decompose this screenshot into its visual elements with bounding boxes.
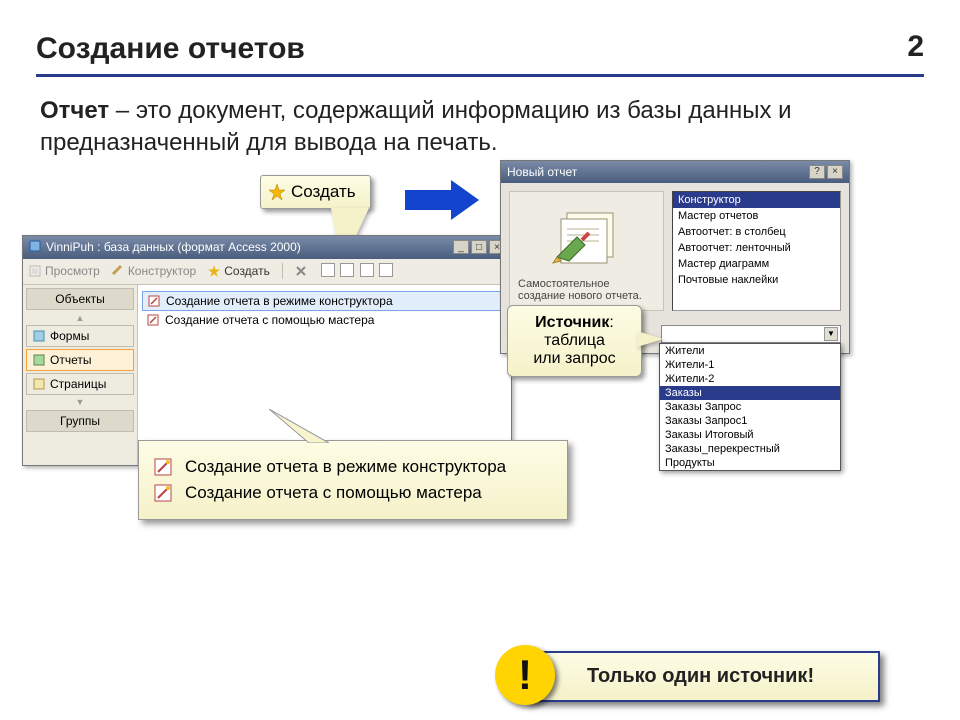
- sidebar-item-reports[interactable]: Отчеты: [26, 349, 134, 371]
- slide-title: Создание отчетов: [0, 0, 960, 74]
- dropdown-option[interactable]: Продукты: [660, 456, 840, 470]
- dropdown-option[interactable]: Заказы Запрос: [660, 400, 840, 414]
- toolbar-sep: [282, 263, 283, 279]
- dialog-titlebar: Новый отчет ? ×: [501, 161, 849, 183]
- list-item[interactable]: Автоотчет: в столбец: [673, 224, 840, 240]
- title-underline: [36, 74, 924, 77]
- arrow-right-icon: [405, 180, 479, 220]
- list-item[interactable]: Автоотчет: ленточный: [673, 240, 840, 256]
- dropdown-option[interactable]: Жители: [660, 344, 840, 358]
- dialog-title: Новый отчет: [507, 165, 577, 179]
- definition-rest: – это документ, содержащий информацию из…: [40, 97, 792, 156]
- pages-icon: [33, 378, 45, 390]
- delete-x-icon: [295, 265, 307, 277]
- toolbar-designer[interactable]: Конструктор: [112, 264, 196, 278]
- list-item[interactable]: Конструктор: [673, 192, 840, 208]
- workspace: Создать VinniPuh : база данных (формат A…: [0, 160, 960, 640]
- preview-icon: [29, 265, 41, 277]
- toolbar-preview[interactable]: Просмотр: [29, 264, 100, 278]
- toolbar-view-icons[interactable]: [319, 263, 393, 280]
- sidebar-item-forms[interactable]: Формы: [26, 325, 134, 347]
- dialog-left-caption: Самостоятельное создание нового отчета.: [518, 278, 655, 302]
- forms-icon: [33, 330, 45, 342]
- dialog-type-list[interactable]: КонструкторМастер отчетовАвтоотчет: в ст…: [672, 191, 841, 311]
- dropdown-option[interactable]: Жители-2: [660, 372, 840, 386]
- db-sidebar: Объекты ▲ Формы Отчеты Страницы ▼ Группы: [23, 285, 138, 465]
- window-app-icon: [29, 240, 41, 255]
- magic-wand-icon: [153, 457, 173, 477]
- list-item-designer[interactable]: Создание отчета в режиме конструктора: [142, 291, 507, 311]
- list-item[interactable]: Почтовые наклейки: [673, 272, 840, 288]
- options-callout: Создание отчета в режиме конструктора Со…: [138, 440, 568, 520]
- view-small-icon[interactable]: [340, 263, 354, 277]
- dialog-preview-pane: Самостоятельное создание нового отчета.: [509, 191, 664, 311]
- magic-wand-icon: [153, 483, 173, 503]
- term: Отчет: [40, 97, 109, 124]
- option-wizard-label: Создание отчета с помощью мастера: [185, 483, 482, 503]
- sidebar-header-objects: Объекты: [26, 288, 134, 310]
- dropdown-option[interactable]: Заказы Итоговый: [660, 428, 840, 442]
- warning-icon: !: [495, 645, 555, 705]
- new-star-icon: [269, 184, 285, 200]
- list-item[interactable]: Мастер диаграмм: [673, 256, 840, 272]
- list-item-wizard[interactable]: Создание отчета с помощью мастера: [142, 311, 507, 329]
- dropdown-option[interactable]: Заказы_перекрестный: [660, 442, 840, 456]
- db-window-titlebar: VinniPuh : база данных (формат Access 20…: [23, 236, 511, 259]
- create-button-label[interactable]: Создать: [291, 182, 356, 202]
- dropdown-option[interactable]: Заказы Запрос1: [660, 414, 840, 428]
- source-dropdown[interactable]: ▼ ЖителиЖители-1Жители-2ЗаказыЗаказы Зап…: [661, 325, 841, 343]
- minimize-button[interactable]: _: [453, 240, 469, 254]
- warning-box: Только один источник!: [525, 651, 880, 702]
- designer-icon: [112, 265, 124, 277]
- source-label-strong: Источник: [535, 314, 609, 331]
- callout-tail: [637, 331, 663, 347]
- warning-text: Только один источник!: [587, 665, 814, 687]
- db-window-title: VinniPuh : база данных (формат Access 20…: [46, 240, 301, 254]
- view-large-icon[interactable]: [321, 263, 335, 277]
- page-number: 2: [907, 30, 924, 64]
- source-label-line2: или запрос: [533, 350, 615, 367]
- source-label-line1: таблица: [544, 332, 605, 349]
- dropdown-button[interactable]: ▼: [824, 327, 838, 341]
- maximize-button[interactable]: □: [471, 240, 487, 254]
- sidebar-up-icon[interactable]: ▲: [23, 313, 137, 323]
- sidebar-item-pages[interactable]: Страницы: [26, 373, 134, 395]
- report-preview-icon: [537, 200, 637, 270]
- dropdown-list[interactable]: ЖителиЖители-1Жители-2ЗаказыЗаказы Запро…: [659, 343, 841, 471]
- reports-icon: [33, 354, 45, 366]
- db-toolbar: Просмотр Конструктор Создать: [23, 259, 511, 285]
- magic-wand-icon: [146, 313, 160, 327]
- help-button[interactable]: ?: [809, 165, 825, 179]
- magic-wand-icon: [147, 294, 161, 308]
- option-designer-label: Создание отчета в режиме конструктора: [185, 457, 506, 477]
- toolbar-create[interactable]: Создать: [208, 264, 270, 278]
- close-button[interactable]: ×: [827, 165, 843, 179]
- callout-tail: [269, 409, 329, 443]
- dropdown-option[interactable]: Заказы: [660, 386, 840, 400]
- create-button-callout: Создать: [260, 175, 371, 209]
- view-details-icon[interactable]: [379, 263, 393, 277]
- view-list-icon[interactable]: [360, 263, 374, 277]
- definition-text: Отчет – это документ, содержащий информа…: [0, 95, 960, 160]
- create-icon: [208, 265, 220, 277]
- dropdown-option[interactable]: Жители-1: [660, 358, 840, 372]
- database-window: VinniPuh : база данных (формат Access 20…: [22, 235, 512, 466]
- sidebar-header-groups: Группы: [26, 410, 134, 432]
- sidebar-down-icon[interactable]: ▼: [23, 397, 137, 407]
- list-item[interactable]: Мастер отчетов: [673, 208, 840, 224]
- source-callout: Источник: таблица или запрос: [507, 305, 642, 377]
- toolbar-delete[interactable]: [295, 265, 307, 277]
